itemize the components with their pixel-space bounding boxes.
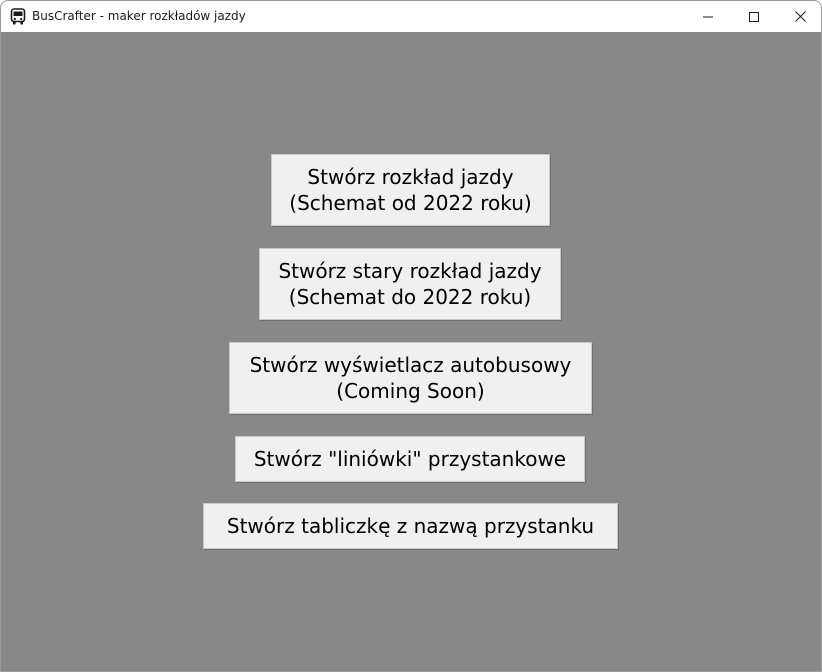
bus-icon — [10, 8, 26, 25]
minimize-icon — [703, 16, 713, 17]
maximize-button[interactable] — [731, 1, 777, 32]
window-title: BusCrafter - maker rozkładów jazdy — [32, 9, 246, 23]
button-label-line2: (Schemat od 2022 roku) — [289, 191, 532, 215]
button-label-line1: Stwórz wyświetlacz autobusowy — [249, 353, 572, 377]
button-label-line1: Stwórz "liniówki" przystankowe — [253, 447, 567, 471]
title-bar[interactable]: BusCrafter - maker rozkładów jazdy — [1, 1, 821, 32]
button-label-line2: (Coming Soon) — [336, 379, 485, 403]
minimize-button[interactable] — [685, 1, 731, 32]
create-timetable-button[interactable]: Stwórz rozkład jazdy (Schemat od 2022 ro… — [271, 154, 550, 226]
main-area: Stwórz rozkład jazdy (Schemat od 2022 ro… — [1, 32, 821, 671]
button-label-line1: Stwórz stary rozkład jazdy — [278, 259, 542, 283]
app-window: BusCrafter - maker rozkładów jazdy Stwór… — [0, 0, 822, 672]
create-old-timetable-button[interactable]: Stwórz stary rozkład jazdy (Schemat do 2… — [259, 248, 561, 320]
close-button[interactable] — [777, 1, 821, 32]
create-bus-display-button[interactable]: Stwórz wyświetlacz autobusowy (Coming So… — [229, 342, 592, 414]
button-label-line1: Stwórz rozkład jazdy — [307, 165, 514, 189]
close-icon — [794, 11, 806, 22]
create-stop-name-sign-button[interactable]: Stwórz tabliczkę z nazwą przystanku — [203, 503, 618, 549]
maximize-icon — [749, 11, 759, 22]
create-line-signs-button[interactable]: Stwórz "liniówki" przystankowe — [235, 436, 585, 482]
button-label-line2: (Schemat do 2022 roku) — [288, 285, 532, 309]
button-label-line1: Stwórz tabliczkę z nazwą przystanku — [226, 514, 595, 538]
